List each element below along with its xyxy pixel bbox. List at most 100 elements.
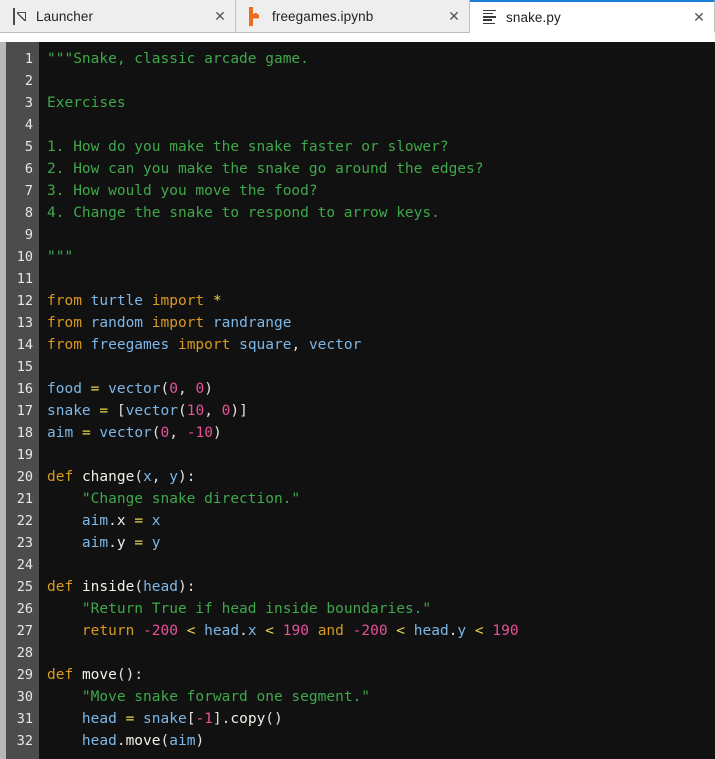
tab-freegames-ipynb[interactable]: freegames.ipynb ✕ [236,0,470,33]
code-token: from [47,337,82,353]
tab-bar: Launcher ✕ freegames.ipynb ✕ snake.py ✕ [0,0,715,33]
code-token: -200 [352,623,388,639]
line-number: 13 [16,315,33,331]
line-number: 10 [16,249,33,265]
code-line[interactable]: "Change snake direction." [47,488,715,510]
code-token: () [265,711,283,727]
code-token: = [134,535,144,551]
tab-launcher[interactable]: Launcher ✕ [0,0,236,33]
code-token: aim [169,733,196,749]
code-token: ( [160,381,170,397]
code-token: snake [143,711,187,727]
code-line[interactable]: """ [47,246,715,268]
line-number: 32 [16,733,33,749]
line-number: 22 [16,513,33,529]
code-token: aim [47,425,74,441]
line-number: 25 [16,579,33,595]
code-token: y [169,469,178,485]
code-line[interactable]: def change(x, y): [47,466,715,488]
code-token: 1. How do you make the snake faster or s… [47,139,449,155]
code-token: = [99,403,109,419]
code-line[interactable]: return -200 < head.x < 190 and -200 < he… [47,620,715,642]
code-editor[interactable]: 1 2 3 4 5 6 7 8 9 10 11 12 13 14 15 16 17 18 19 20 21 22 23 24 2… [0,42,715,759]
code-token: from [47,315,82,331]
code-line[interactable]: food = vector(0, 0) [47,378,715,400]
tab-snake-py[interactable]: snake.py ✕ [470,0,715,33]
code-token: vector [125,403,178,419]
code-line[interactable]: """Snake, classic arcade game. [47,48,715,70]
code-line[interactable]: 1. How do you make the snake faster or s… [47,136,715,158]
code-line[interactable] [47,444,715,466]
code-line[interactable]: "Move snake forward one segment." [47,686,715,708]
code-token: ): [178,469,196,485]
code-line[interactable]: aim.x = x [47,510,715,532]
code-line[interactable]: Exercises [47,92,715,114]
tab-freegames-ipynb-close-icon[interactable]: ✕ [439,9,469,23]
code-line[interactable] [47,224,715,246]
notebook-icon [249,6,264,26]
tab-launcher-close-icon[interactable]: ✕ [205,9,235,23]
code-token: food [47,381,82,397]
code-line[interactable]: from random import randrange [47,312,715,334]
code-token: snake [47,403,91,419]
code-line[interactable] [47,356,715,378]
code-content[interactable]: """Snake, classic arcade game. Exercises… [39,42,715,759]
code-token: def [47,579,74,595]
code-line[interactable] [47,114,715,136]
code-token: 0 [160,425,170,441]
code-token: move [81,667,117,683]
code-token: = [125,711,135,727]
code-line[interactable]: from freegames import square, vector [47,334,715,356]
code-token: move [125,733,161,749]
code-line[interactable]: 2. How can you make the snake go around … [47,158,715,180]
code-line[interactable]: 3. How would you move the food? [47,180,715,202]
tab-snake-py-close-icon[interactable]: ✕ [684,10,714,24]
code-line[interactable] [47,642,715,664]
code-line[interactable]: 4. Change the snake to respond to arrow … [47,202,715,224]
code-token: 0 [195,381,205,397]
code-token: y [116,535,126,551]
line-number: 29 [16,667,33,683]
code-token: square [239,337,292,353]
code-line[interactable]: head.move(aim) [47,730,715,752]
code-line[interactable] [47,268,715,290]
code-token: = [134,513,144,529]
line-number: 3 [24,95,33,111]
line-number: 20 [16,469,33,485]
code-token: Exercises [47,95,126,111]
code-line[interactable] [47,70,715,92]
code-line[interactable]: aim.y = y [47,532,715,554]
code-line[interactable]: from turtle import * [47,290,715,312]
code-token: = [81,425,91,441]
code-line[interactable]: aim = vector(0, -10) [47,422,715,444]
code-token: . [116,733,126,749]
code-token: ]. [212,711,231,727]
code-line[interactable]: snake = [vector(10, 0)] [47,400,715,422]
line-number: 8 [24,205,33,221]
line-number: 23 [16,535,33,551]
code-line[interactable]: def move(): [47,664,715,686]
code-line[interactable] [47,554,715,576]
tab-freegames-ipynb-label: freegames.ipynb [272,8,374,24]
code-line[interactable]: def inside(head): [47,576,715,598]
code-token: * [212,293,222,309]
code-token: ) [212,425,222,441]
code-token: randrange [212,315,292,331]
code-token: ( [134,579,144,595]
code-token: 10 [186,403,205,419]
code-line[interactable]: "Return True if head inside boundaries." [47,598,715,620]
code-line[interactable]: head = snake[-1].copy() [47,708,715,730]
code-token: y [151,535,161,551]
line-number: 27 [16,623,33,639]
